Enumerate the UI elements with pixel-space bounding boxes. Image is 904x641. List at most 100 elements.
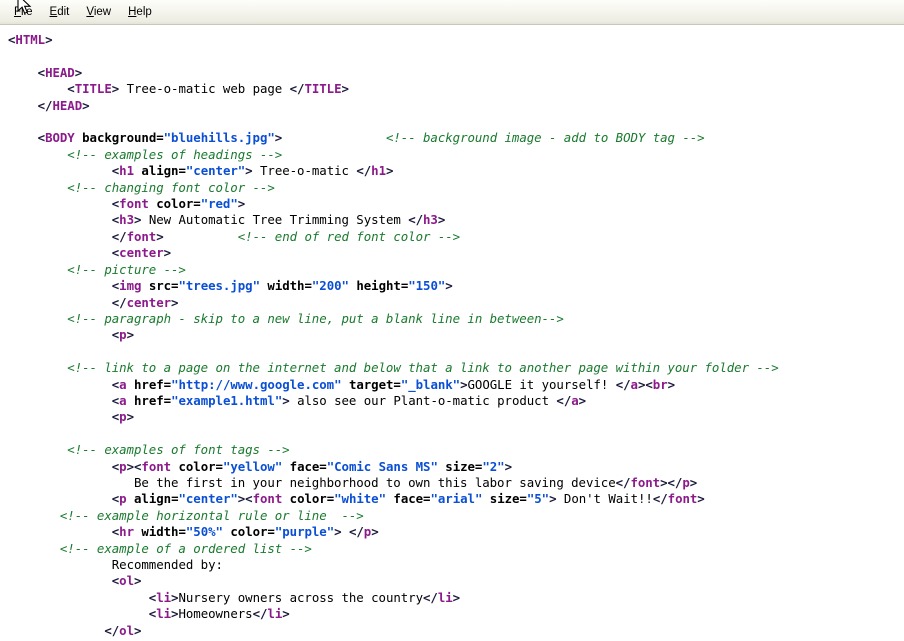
code-attribute-name: size= [490,491,527,506]
code-bracket: </ [104,623,119,638]
code-line: <!-- examples of font tags --> [8,442,290,457]
code-attribute-value: "bluehills.jpg" [164,130,275,145]
code-line: <!-- paragraph - skip to a new line, put… [8,311,564,326]
code-tag-name: p [119,491,126,506]
code-bracket: > [75,65,82,80]
html-source-text[interactable]: <HTML> <HEAD> <TITLE> Tree-o-matic web p… [0,32,904,641]
code-line: Be the first in your neighborhood to own… [8,475,697,490]
code-tag-name: BODY [45,130,75,145]
code-attribute-value: "50%" [186,524,223,539]
code-text [8,409,112,424]
menu-item-view[interactable]: View [78,3,120,22]
menu-bar: File Edit View Help [0,0,904,25]
code-attribute-value: "http://www.google.com" [171,377,341,392]
code-text [8,311,67,326]
code-tag-name: TITLE [304,81,341,96]
code-tag-name: font [119,196,149,211]
code-text [8,65,38,80]
code-text [8,278,112,293]
code-line: <BODY background="bluehills.jpg"> <!-- b… [8,130,705,145]
code-comment: <!-- paragraph - skip to a new line, put… [67,311,563,326]
code-line: <p> [8,409,134,424]
code-line: <!-- example of a ordered list --> [8,541,312,556]
code-text [8,327,112,342]
code-bracket: > [164,245,171,260]
code-text: Be the first in your neighborhood to own… [134,475,616,490]
code-attribute-name: width= [267,278,311,293]
code-comment: <!-- background image - add to BODY tag … [386,130,705,145]
code-tag-name: h3 [423,212,438,227]
code-text [8,590,149,605]
code-tag-name: h1 [371,163,386,178]
code-bracket: > [134,623,141,638]
code-attribute-value: "example1.html" [171,393,282,408]
code-comment: <!-- picture --> [67,262,186,277]
code-bracket: > [127,409,134,424]
code-bracket: > [171,295,178,310]
code-tag-name: HTML [15,32,45,47]
code-text: Recommended by: [112,557,223,572]
code-line: <center> [8,245,171,260]
code-bracket: </ [556,393,571,408]
code-line: Recommended by: [8,557,223,572]
code-attribute-name: align= [134,491,178,506]
code-bracket: > [505,459,512,474]
code-attribute-value: "5" [527,491,549,506]
code-attribute-value: "purple" [275,524,334,539]
code-text: Nursery owners across the country [178,590,423,605]
code-bracket: </ [112,229,127,244]
code-text: Tree-o-matic web page [119,81,289,96]
code-tag-name: a [631,377,638,392]
code-attribute-name: href= [134,393,171,408]
code-tag-name: a [119,377,126,392]
code-text [8,606,149,621]
code-attribute-name: color= [290,491,334,506]
menu-item-edit[interactable]: Edit [42,3,79,22]
code-tag-name: font [668,491,698,506]
code-line: <!-- example horizontal rule or line --> [8,508,364,523]
code-tag-name: HEAD [45,65,75,80]
code-attribute-value: "red" [201,196,238,211]
code-line: <a href="http://www.google.com" target="… [8,377,675,392]
code-attribute-name: color= [230,524,274,539]
code-text [8,557,112,572]
code-line: <p align="center"><font color="white" fa… [8,491,705,506]
code-bracket: > [245,163,252,178]
code-bracket: </ [356,163,371,178]
code-tag-name: br [653,377,668,392]
code-tag-name: font [127,229,157,244]
code-text: New Automatic Tree Trimming System [141,212,408,227]
code-line: <img src="trees.jpg" width="200" height=… [8,278,453,293]
code-tag-name: p [682,475,689,490]
menu-item-file[interactable]: File [6,3,42,22]
code-tag-name: center [119,245,163,260]
code-text [282,491,289,506]
code-tag-name: p [119,409,126,424]
code-line: <!-- examples of headings --> [8,147,282,162]
code-line: <p><font color="yellow" face="Comic Sans… [8,459,512,474]
code-text [8,491,112,506]
code-attribute-value: "trees.jpg" [178,278,260,293]
code-line: <HTML> [8,32,52,47]
code-tag-name: ol [119,623,134,638]
code-bracket: > [82,98,89,113]
code-attribute-value: "white" [334,491,386,506]
code-text [8,245,112,260]
code-attribute-name: height= [356,278,408,293]
source-code-view[interactable]: <HTML> <HEAD> <TITLE> Tree-o-matic web p… [0,25,904,641]
code-line: <li>Nursery owners across the country</l… [8,590,460,605]
menu-item-help[interactable]: Help [120,3,161,22]
code-attribute-value: "_blank" [401,377,460,392]
code-tag-name: p [119,327,126,342]
code-bracket: ></ [660,475,682,490]
code-line: <HEAD> [8,65,82,80]
code-tag-name: center [127,295,171,310]
code-bracket: > [386,163,393,178]
code-text [8,541,60,556]
code-text [8,442,67,457]
code-text [8,475,134,490]
code-text [482,491,489,506]
code-attribute-name: target= [349,377,401,392]
code-line: <li>Homeowners</li> [8,606,290,621]
code-attribute-value: "center" [178,491,237,506]
